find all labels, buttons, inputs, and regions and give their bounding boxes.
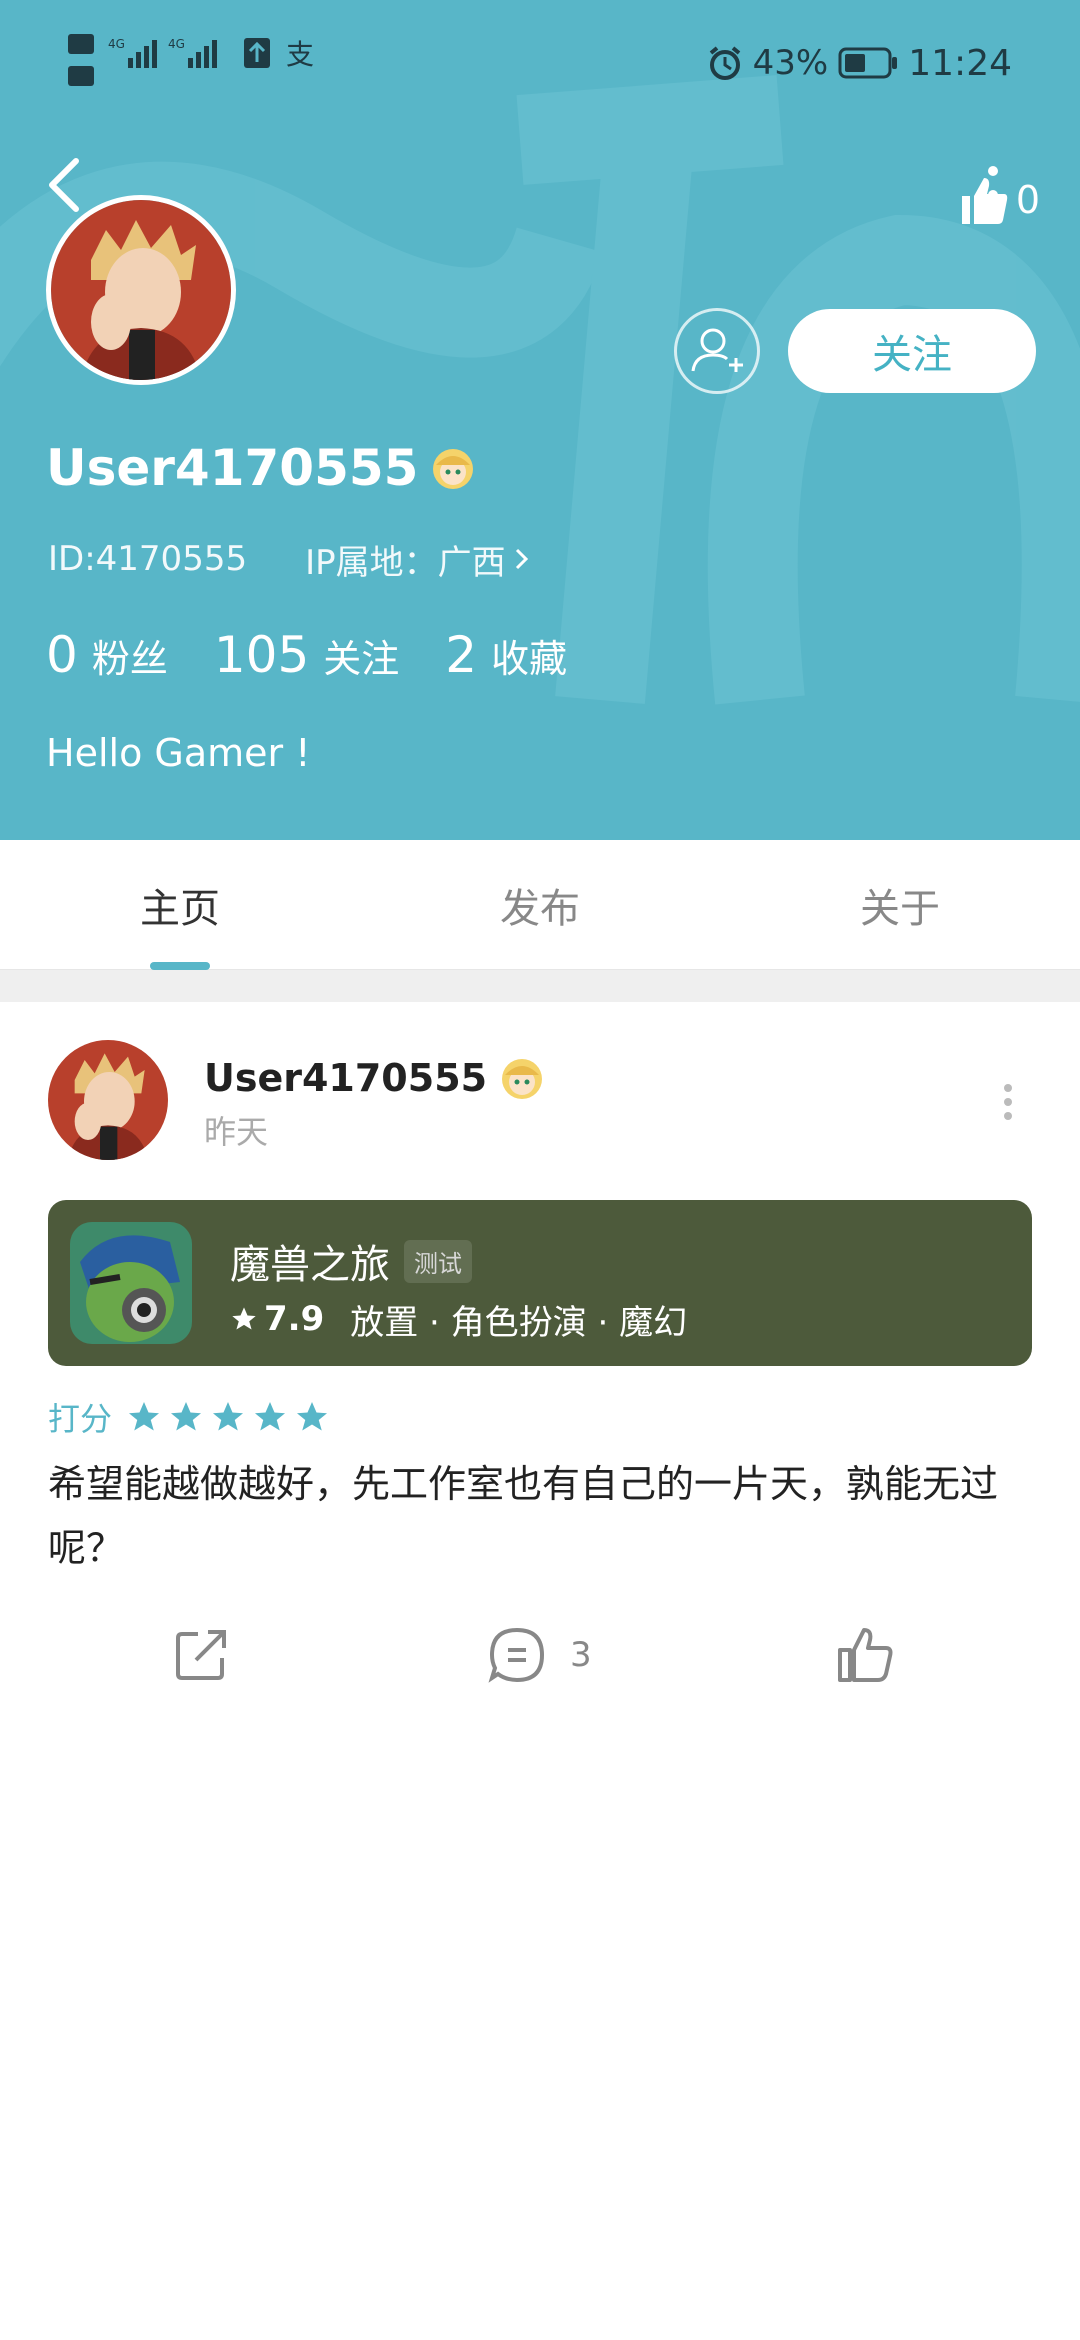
stat-label: 收藏 — [491, 637, 568, 681]
active-tab-indicator — [150, 962, 210, 970]
profile-like[interactable]: 0 — [958, 160, 1040, 240]
rating-stars — [126, 1399, 330, 1435]
svg-text:4G: 4G — [108, 37, 125, 51]
post-time: 昨天 — [204, 1113, 269, 1151]
profile-header: 4G 4G 支 43% 11:24 0 关注 User4170555 ID:41… — [0, 0, 1080, 840]
profile-avatar[interactable] — [46, 195, 236, 385]
tab-posts[interactable]: 发布 — [360, 840, 720, 970]
tab-home[interactable]: 主页 — [0, 840, 360, 970]
star-icon — [129, 1402, 160, 1431]
star-icon — [232, 1307, 256, 1330]
thumbs-up-icon — [961, 178, 1008, 224]
avatar-badge-icon — [502, 1059, 543, 1099]
thumbs-up-icon — [838, 1628, 893, 1682]
comment-count: 3 — [570, 1635, 592, 1675]
rating-row: 打分 — [48, 1392, 330, 1442]
game-card[interactable]: 魔兽之旅 测试 7.9 放置 · 角色扮演 · 魔幻 — [48, 1200, 1032, 1366]
star-icon — [255, 1402, 286, 1431]
like-count: 0 — [1015, 178, 1040, 222]
status-time: 11:24 — [908, 42, 1012, 84]
post-username[interactable]: User4170555 — [204, 1056, 487, 1100]
star-icon — [297, 1402, 328, 1431]
avatar-badge-icon — [433, 449, 474, 489]
stat-following[interactable]: 105 关注 — [214, 626, 399, 684]
stat-label: 粉丝 — [91, 637, 168, 681]
share-button[interactable] — [168, 1610, 234, 1700]
post-avatar[interactable] — [48, 1040, 168, 1160]
game-genres: 放置 · 角色扮演 · 魔幻 — [350, 1302, 688, 1343]
stat-favorites[interactable]: 2 收藏 — [445, 626, 567, 684]
tab-about[interactable]: 关于 — [720, 840, 1080, 970]
share-icon — [176, 1630, 226, 1680]
profile-username-row: User4170555 — [46, 436, 476, 500]
back-arrow-icon[interactable] — [40, 155, 90, 215]
battery-percent: 43% — [752, 43, 829, 83]
game-rating: 7.9 — [230, 1299, 324, 1339]
avatar-image — [51, 200, 231, 380]
stat-number: 2 — [445, 626, 478, 684]
status-right: 43% 11:24 — [707, 38, 1012, 88]
post-actions: 3 — [0, 1610, 1080, 1700]
profile-username: User4170555 — [46, 439, 419, 497]
post-username-row: User4170555 — [204, 1050, 545, 1106]
star-icon — [213, 1402, 244, 1431]
profile-stats: 0 粉丝 105 关注 2 收藏 — [46, 626, 567, 696]
stat-number: 105 — [213, 626, 310, 684]
game-rating-value: 7.9 — [264, 1299, 325, 1339]
profile-bio: Hello Gamer ! — [46, 731, 311, 775]
alarm-icon — [709, 46, 740, 80]
avatar-image — [48, 1040, 168, 1160]
game-art-icon — [70, 1222, 192, 1344]
more-vertical-icon[interactable] — [996, 1080, 1020, 1124]
game-meta: 7.9 放置 · 角色扮演 · 魔幻 — [230, 1296, 688, 1343]
comment-icon — [488, 1627, 545, 1683]
battery-icon — [838, 47, 898, 79]
profile-tabs: 主页 发布 关于 — [0, 840, 1080, 970]
rating-label: 打分 — [48, 1400, 113, 1438]
status-left-icons: 4G 4G 支 — [68, 34, 314, 86]
add-user-icon — [691, 328, 743, 372]
user-id: ID:4170555 — [48, 539, 248, 579]
comment-button[interactable]: 3 — [484, 1610, 592, 1700]
game-title-row: 魔兽之旅 测试 — [230, 1234, 472, 1288]
svg-text:4G: 4G — [168, 37, 185, 51]
game-icon — [70, 1222, 192, 1344]
follow-button[interactable]: 关注 — [788, 309, 1036, 393]
stat-fans[interactable]: 0 粉丝 — [46, 626, 168, 684]
svg-text:支: 支 — [286, 38, 314, 71]
stat-label: 关注 — [323, 637, 400, 681]
game-name: 魔兽之旅 — [230, 1242, 390, 1288]
game-tag: 测试 — [404, 1239, 472, 1283]
like-button[interactable] — [832, 1610, 898, 1700]
ip-location[interactable]: IP属地：广西 — [305, 535, 532, 584]
star-icon — [171, 1402, 202, 1431]
post-text: 希望能越做越好，先工作室也有自己的一片天，孰能无过呢？ — [48, 1462, 999, 1570]
add-friend-button[interactable] — [674, 308, 760, 394]
id-row: ID:4170555 IP属地：广西 — [48, 534, 532, 584]
watermark-logo — [0, 75, 1080, 705]
ip-location-text: IP属地：广西 — [305, 542, 506, 583]
stat-number: 0 — [46, 626, 78, 684]
chevron-right-icon — [515, 548, 528, 570]
status-bar: 4G 4G 支 43% 11:24 — [0, 0, 1080, 120]
section-divider — [0, 970, 1080, 1002]
